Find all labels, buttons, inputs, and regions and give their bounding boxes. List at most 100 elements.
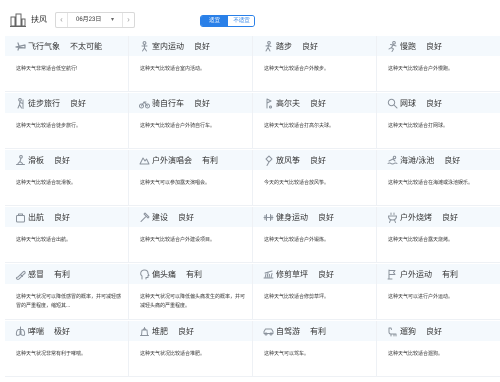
swim-icon xyxy=(387,155,398,165)
index-card[interactable]: 户外烧烤 良好 这种天气比较适合露天烧烤。 xyxy=(377,207,500,263)
card-title: 室内运动 良好 xyxy=(152,41,210,52)
index-name: 自驾游 xyxy=(276,327,300,336)
index-card[interactable]: 自驾游 有利这种天气可以驾车。 xyxy=(253,321,377,377)
card-title: 高尔夫 良好 xyxy=(276,98,326,109)
index-name: 健身运动 xyxy=(276,213,308,222)
dog-icon xyxy=(388,327,397,337)
card-title: 户外运动 有利 xyxy=(400,269,458,280)
card-title: 网球 良好 xyxy=(400,98,442,109)
index-description: 这种天气比较适合户外锻炼。 xyxy=(264,237,330,243)
card-title: 户外演唱会 有利 xyxy=(152,155,218,166)
index-card[interactable]: 建设 良好 这种天气比较适合户外建设项目。 xyxy=(129,207,253,263)
index-description: 这种天气可以参加露天演唱会。 xyxy=(140,180,211,186)
plane-icon xyxy=(15,42,26,51)
index-description: 这种天气状况比较适合堆肥。 xyxy=(140,351,206,357)
index-description: 这种天气非常适合低空航行! xyxy=(16,66,78,72)
index-card[interactable]: 遛狗 良好 这种天气比较适合遛狗。 xyxy=(377,321,500,377)
index-level: 不太可能 xyxy=(70,42,102,51)
bag-icon xyxy=(16,213,25,223)
index-level: 良好 xyxy=(194,42,210,51)
index-description: 这种天气比较适合修剪草坪。 xyxy=(264,294,330,300)
index-level: 有利 xyxy=(442,270,458,279)
car-icon xyxy=(263,328,274,336)
card-title: 慢跑 良好 xyxy=(400,41,442,52)
bbq-icon xyxy=(388,212,397,223)
index-card[interactable]: 滑板 良好 这种天气比较适合玩滑板。 xyxy=(5,150,129,206)
card-title: 踏步 良好 xyxy=(276,41,318,52)
index-description: 这种天气比较适合徒步旅行。 xyxy=(16,123,82,129)
index-card[interactable]: 哮喘 极好 这种天气状况非常有利于哮喘。 xyxy=(5,321,129,377)
index-description: 这种天气比较适合户外骑自行车。 xyxy=(140,123,216,129)
index-description: 这种天气可以进行户外运动。 xyxy=(388,294,454,300)
index-level: 良好 xyxy=(54,156,70,165)
index-card[interactable]: 户外演唱会 有利这种天气可以参加露天演唱会。 xyxy=(129,150,253,206)
card-title: 飞行气象 不太可能 xyxy=(28,41,102,52)
hammer-icon xyxy=(140,212,150,222)
index-card[interactable]: 放风筝 良好 今天的天气比较适合放风筝。 xyxy=(253,150,377,206)
city-building-icon xyxy=(10,13,26,27)
card-title: 自驾游 有利 xyxy=(276,326,326,337)
index-name: 户外烧烤 xyxy=(400,213,432,222)
toggle-suitable[interactable]: 适宜 xyxy=(201,16,228,26)
index-name: 感冒 xyxy=(28,270,44,279)
index-name: 踏步 xyxy=(276,42,292,51)
index-level: 良好 xyxy=(54,213,70,222)
index-card[interactable]: 室内运动 良好这种天气比较适合室内活动。 xyxy=(129,36,253,92)
index-name: 慢跑 xyxy=(400,42,416,51)
index-level: 有利 xyxy=(186,270,202,279)
index-card[interactable]: 徒步旅行 良好 这种天气比较适合徒步旅行。 xyxy=(5,93,129,149)
index-card[interactable]: 网球 良好这种天气比较适合打网球。 xyxy=(377,93,500,149)
index-card[interactable]: 修剪草坪 良好 这种天气比较适合修剪草坪。 xyxy=(253,264,377,320)
header-bar: 扶风 ‹ 06月23日 ▾ › 适宜 不适宜 xyxy=(0,0,500,40)
index-description: 这种天气比较适合露天烧烤。 xyxy=(388,237,454,243)
index-name: 修剪草坪 xyxy=(276,270,308,279)
suitability-toggle[interactable]: 适宜 不适宜 xyxy=(200,15,255,27)
current-date[interactable]: 06月23日 xyxy=(76,15,101,25)
index-card[interactable]: 出航 良好 这种天气比较适合出航。 xyxy=(5,207,129,263)
card-title: 骑自行车 良好 xyxy=(152,98,210,109)
index-card[interactable]: 踏步 良好 这种天气比较适合户外散步。 xyxy=(253,36,377,92)
index-card[interactable]: 高尔夫 良好 这种天气比较适合打高尔夫球。 xyxy=(253,93,377,149)
run-icon xyxy=(388,41,397,52)
index-card[interactable]: 堆肥 良好这种天气状况比较适合堆肥。 xyxy=(129,321,253,377)
index-card[interactable]: 慢跑 良好 这种天气比较适合户外慢跑。 xyxy=(377,36,500,92)
index-card[interactable]: 海滩/泳池 良好 这种天气比较适合在海滩或泳池娱乐。 xyxy=(377,150,500,206)
index-level: 良好 xyxy=(310,99,326,108)
toggle-unsuitable[interactable]: 不适宜 xyxy=(228,16,254,26)
city-name[interactable]: 扶风 xyxy=(31,14,47,26)
card-title: 堆肥 良好 xyxy=(152,326,194,337)
index-level: 有利 xyxy=(310,327,326,336)
chevron-down-icon[interactable]: ▾ xyxy=(111,15,114,25)
index-description: 这种天气可以驾车。 xyxy=(264,351,310,357)
index-level: 良好 xyxy=(444,156,461,165)
kite-icon xyxy=(265,155,273,166)
index-card[interactable]: 飞行气象 不太可能这种天气非常适合低空航行! xyxy=(5,36,129,92)
card-title: 出航 良好 xyxy=(28,212,70,223)
card-title: 健身运动 良好 xyxy=(276,212,334,223)
walk-icon xyxy=(265,41,272,52)
lungs-icon xyxy=(15,326,26,336)
index-description: 这种天气比较适合室内活动。 xyxy=(140,66,206,72)
skate-icon xyxy=(16,155,25,165)
date-picker[interactable]: ‹ 06月23日 ▾ › xyxy=(55,12,135,28)
prev-day-button[interactable]: ‹ xyxy=(56,13,68,27)
head-icon xyxy=(140,269,150,280)
index-name: 室内运动 xyxy=(152,42,184,51)
index-card[interactable]: 偏头痛 有利 这种天气状况可以降低偏头痛发生的概率，并可减轻头痛的严重程度。 xyxy=(129,264,253,320)
card-title: 哮喘 极好 xyxy=(28,326,70,337)
index-name: 建设 xyxy=(152,213,168,222)
index-description: 这种天气比较适合户外建设项目。 xyxy=(140,237,216,243)
index-card[interactable]: 骑自行车 良好这种天气比较适合户外骑自行车。 xyxy=(129,93,253,149)
fitness-icon xyxy=(263,214,274,221)
card-title: 滑板 良好 xyxy=(28,155,70,166)
tennis-icon xyxy=(387,98,398,109)
index-level: 良好 xyxy=(426,327,442,336)
index-description: 这种天气比较适合打网球。 xyxy=(388,123,449,129)
index-level: 极好 xyxy=(54,327,70,336)
index-description: 今天的天气比较适合放风筝。 xyxy=(264,180,330,186)
index-card[interactable]: 健身运动 良好这种天气比较适合户外锻炼。 xyxy=(253,207,377,263)
next-day-button[interactable]: › xyxy=(122,13,134,27)
index-card[interactable]: 户外运动 有利这种天气可以进行户外运动。 xyxy=(377,264,500,320)
index-card[interactable]: 感冒 有利 这种天气状况可以降低感冒的概率，并可减轻感冒的严重程度，缩短其... xyxy=(5,264,129,320)
index-name: 徒步旅行 xyxy=(28,99,60,108)
